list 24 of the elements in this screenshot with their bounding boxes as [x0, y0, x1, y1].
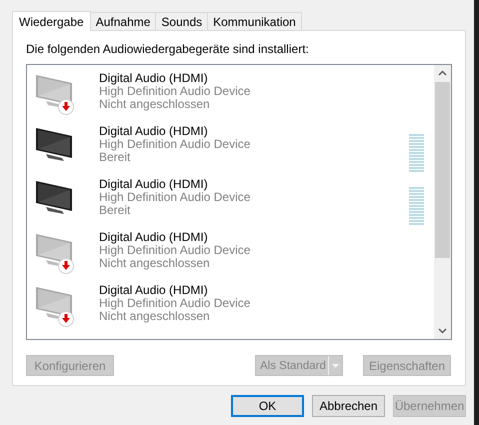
- scrollbar[interactable]: [434, 65, 451, 339]
- device-name[interactable]: Digital Audio (HDMI): [99, 125, 409, 138]
- device-name[interactable]: Digital Audio (HDMI): [99, 231, 434, 244]
- level-meter: [409, 134, 424, 174]
- device-driver: High Definition Audio Device: [99, 138, 252, 151]
- tab[interactable]: Kommunikation: [207, 12, 302, 30]
- device-name[interactable]: Digital Audio (HDMI): [99, 178, 409, 191]
- device-name[interactable]: Digital Audio (HDMI): [99, 284, 434, 297]
- device-status: Bereit: [99, 204, 132, 217]
- device-status: Nicht angeschlossen: [99, 257, 211, 270]
- device-status: Nicht angeschlossen: [99, 310, 211, 323]
- device-status: Bereit: [99, 151, 132, 164]
- dialog-button[interactable]: Abbrechen: [312, 395, 385, 417]
- level-meter: [409, 187, 424, 227]
- dialog-button[interactable]: OK: [231, 395, 304, 417]
- device-driver: High Definition Audio Device: [99, 85, 252, 98]
- device-driver: High Definition Audio Device: [99, 297, 252, 310]
- tab[interactable]: Wiedergabe: [12, 11, 91, 31]
- intro-text: Die folgenden Audiowiedergabegeräte sind installiert:: [26, 41, 310, 57]
- device-driver: High Definition Audio Device: [99, 191, 252, 204]
- device-name[interactable]: Digital Audio (HDMI): [99, 72, 434, 85]
- device-status: Nicht angeschlossen: [99, 98, 211, 111]
- scroll-thumb[interactable]: [435, 82, 450, 258]
- device-driver: High Definition Audio Device: [99, 244, 252, 257]
